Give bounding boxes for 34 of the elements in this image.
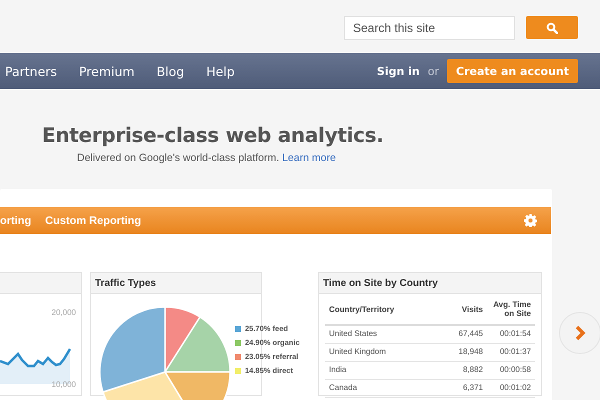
axis-tick-label: 20,000 [52,308,76,317]
table-cell: 00:01:54 [487,325,535,344]
table-cell: United Kingdom [325,344,433,362]
axis-tick-label: 10,000 [52,380,76,389]
table-cell: 00:01:37 [487,344,535,362]
column-header: Avg. Time on Site [487,296,535,325]
nav-link[interactable]: Partners [5,64,57,78]
hero-subtitle: Delivered on Google's world-class platform. [77,152,280,164]
hero-title: Enterprise-class web analytics. [42,123,385,147]
table-cell: 18,948 [433,344,487,362]
table-cell: Canada [325,380,433,398]
table-cell: 6,371 [433,380,487,398]
column-header: Country/Territory [325,296,433,325]
search-field[interactable]: Search this site [344,16,515,40]
nav-link[interactable]: Help [206,64,235,78]
nav-link[interactable]: Premium [78,64,135,78]
nav-link[interactable]: Blog [156,64,184,78]
panel-title: Time on Site by Country [319,273,541,294]
table-cell: United States [325,325,433,344]
learn-more-link[interactable]: Learn more [282,152,336,164]
table-cell: 8,882 [433,362,487,380]
table-cell: 00:00:58 [487,362,535,380]
table-cell: 00:01:02 [487,380,535,398]
sign-in-link[interactable]: Sign in [376,64,420,78]
search-button[interactable] [526,16,578,39]
next-button[interactable] [559,312,600,354]
chevron-right-icon [574,325,586,341]
settings-icon[interactable] [524,214,537,227]
or-text: or [428,64,440,78]
search-icon [546,22,558,34]
table-cell: India [325,362,433,380]
table-cell: 67,445 [433,325,487,344]
panel-title: Traffic Types [91,273,261,294]
column-header: Visits [433,296,487,325]
